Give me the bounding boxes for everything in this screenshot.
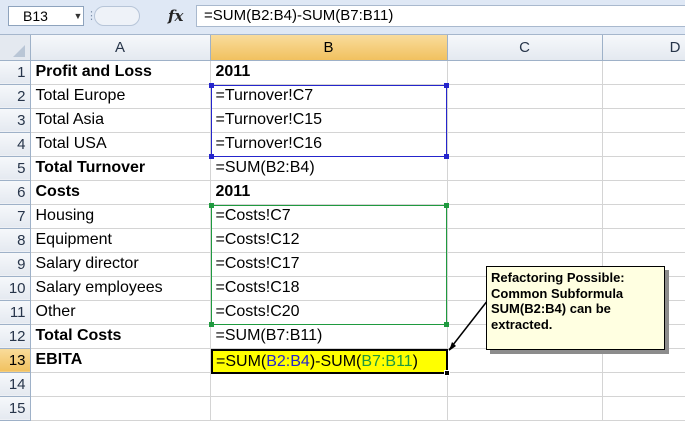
row-header[interactable]: 1 [0,60,31,85]
grid-row: 6 Costs 2011 [0,180,685,205]
select-all-corner[interactable] [0,35,31,61]
cell-c[interactable] [447,132,603,157]
cell-d[interactable] [602,84,685,109]
cell-c[interactable] [447,372,603,397]
row-header[interactable]: 9 [0,252,31,277]
row-header[interactable]: 13 [0,348,31,373]
column-header-a[interactable]: A [30,35,211,61]
cell-d[interactable] [602,372,685,397]
formula-text: =SUM( [216,353,267,370]
cell-a[interactable]: Housing [30,204,211,229]
cell-b[interactable]: =Costs!C17 [210,252,448,277]
column-header-d[interactable]: D [602,35,685,61]
grid-row: 4 Total USA =Turnover!C16 [0,132,685,157]
insert-function-icon[interactable]: fx [168,7,183,25]
cell-d[interactable] [602,132,685,157]
cell-b[interactable]: =Turnover!C15 [210,108,448,133]
cell-a[interactable]: Profit and Loss [30,60,211,85]
cell-a[interactable]: Total Europe [30,84,211,109]
row-header[interactable]: 7 [0,204,31,229]
cell-a[interactable]: Total USA [30,132,211,157]
cell-c[interactable] [447,396,603,421]
cell-d[interactable] [602,156,685,181]
row-header[interactable]: 6 [0,180,31,205]
fill-handle[interactable] [444,370,450,376]
column-header-b[interactable]: B [210,35,448,61]
cell-c[interactable] [447,204,603,229]
cell-a[interactable]: Equipment [30,228,211,253]
formula-input[interactable]: =SUM(B2:B4)-SUM(B7:B11) [196,5,685,27]
row-header[interactable]: 5 [0,156,31,181]
resize-grip-icon[interactable]: ⋮ [86,6,97,26]
cell-d[interactable] [602,228,685,253]
row-header[interactable]: 2 [0,84,31,109]
cell-d[interactable] [602,180,685,205]
grid-row: 3 Total Asia =Turnover!C15 [0,108,685,133]
cell-d[interactable] [602,348,685,373]
cell-d[interactable] [602,396,685,421]
cell-c[interactable] [447,156,603,181]
cell-b[interactable] [210,396,448,421]
cell-a[interactable]: Other [30,300,211,325]
formula-ref-b7-b11: B7:B11 [361,353,413,370]
formula-bar: B13 ▼ ⋮ fx =SUM(B2:B4)-SUM(B7:B11) [0,0,685,35]
cell-a[interactable]: Costs [30,180,211,205]
cell-c[interactable] [447,108,603,133]
grid-row: 14 [0,372,685,397]
formula-buttons: fx [94,5,192,27]
cell-a[interactable]: Salary director [30,252,211,277]
cell-c[interactable] [447,348,603,373]
row-header[interactable]: 12 [0,324,31,349]
formula-text: )-SUM( [309,353,362,370]
cell-a[interactable]: EBITA [30,348,211,373]
row-header[interactable]: 10 [0,276,31,301]
cell-c[interactable] [447,84,603,109]
cell-b[interactable]: =Costs!C18 [210,276,448,301]
cell-b[interactable]: =Costs!C7 [210,204,448,229]
cell-d[interactable] [602,60,685,85]
row-header[interactable]: 4 [0,132,31,157]
cell-c[interactable] [447,180,603,205]
cell-d[interactable] [602,108,685,133]
cell-c[interactable] [447,228,603,253]
cell-a[interactable] [30,396,211,421]
formula-cancel-enter-pill[interactable] [94,6,140,26]
row-header[interactable]: 14 [0,372,31,397]
cell-b[interactable]: 2011 [210,180,448,205]
column-header-c[interactable]: C [447,35,603,61]
cell-c[interactable] [447,60,603,85]
chevron-down-icon[interactable]: ▼ [72,6,84,26]
formula-ref-b2-b4: B2:B4 [266,353,310,370]
cell-a[interactable]: Total Costs [30,324,211,349]
grid-row: 15 [0,396,685,421]
cell-a[interactable] [30,372,211,397]
cell-b[interactable]: =SUM(B2:B4) [210,156,448,181]
grid-row: 7 Housing =Costs!C7 [0,204,685,229]
cell-b[interactable]: =Costs!C20 [210,300,448,325]
row-header[interactable]: 11 [0,300,31,325]
grid-row: 2 Total Europe =Turnover!C7 [0,84,685,109]
grid-row: 1 Profit and Loss 2011 [0,60,685,85]
row-header[interactable]: 15 [0,396,31,421]
cell-b[interactable]: =Costs!C12 [210,228,448,253]
cell-a[interactable]: Salary employees [30,276,211,301]
grid-row: 5 Total Turnover =SUM(B2:B4) [0,156,685,181]
refactoring-callout: Refactoring Possible: Common Subformula … [486,266,665,350]
cell-b[interactable]: =Turnover!C16 [210,132,448,157]
cell-b[interactable]: =Turnover!C7 [210,84,448,109]
select-all-icon [13,45,25,58]
cell-d[interactable] [602,204,685,229]
grid-row: 8 Equipment =Costs!C12 [0,228,685,253]
cell-a[interactable]: Total Asia [30,108,211,133]
cell-b[interactable]: =SUM(B7:B11) [210,324,448,349]
row-header[interactable]: 8 [0,228,31,253]
cell-b[interactable]: 2011 [210,60,448,85]
cell-a[interactable]: Total Turnover [30,156,211,181]
cell-b[interactable] [210,372,448,397]
row-header[interactable]: 3 [0,108,31,133]
active-cell-b13[interactable]: =SUM(B2:B4)-SUM(B7:B11) [211,349,448,374]
formula-text: ) [412,353,418,370]
